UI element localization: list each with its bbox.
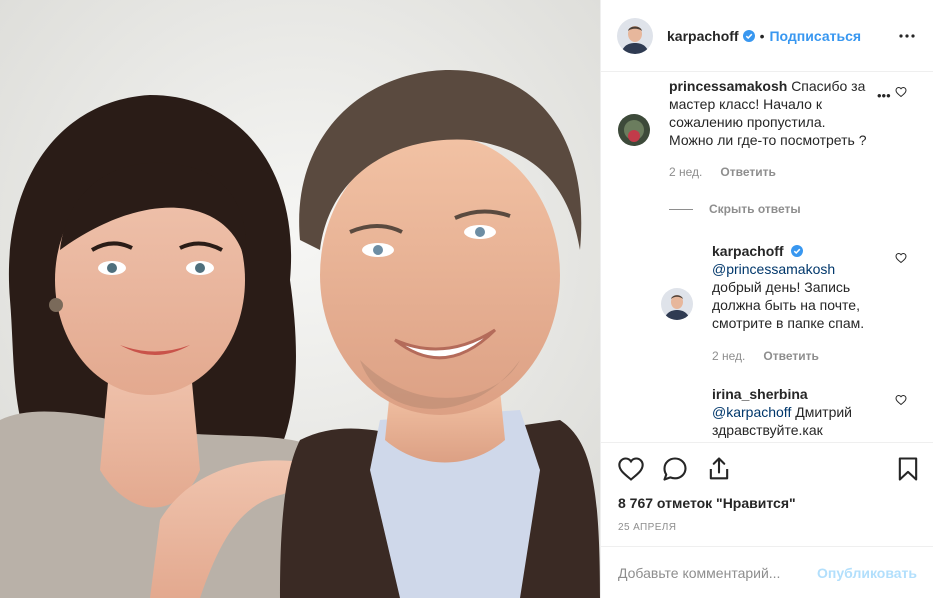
likes-count[interactable]: 8 767 отметок "Нравится" (618, 495, 796, 511)
comment-text-line: сожалению пропустила. (669, 114, 826, 130)
reply-body: karpachoff @princessamakosh добрый день!… (712, 242, 902, 332)
publish-button[interactable]: Опубликовать (817, 565, 917, 581)
reply-body: irina_sherbina @karpachoff Дмитрий здрав… (712, 385, 902, 439)
reply-button[interactable]: Ответить (763, 349, 818, 363)
verified-badge-icon (742, 29, 755, 42)
author-username[interactable]: karpachoff (667, 28, 739, 44)
comment-text-line: Можно ли где-то посмотреть ? (669, 132, 867, 148)
hide-replies-line (669, 208, 693, 210)
share-icon[interactable] (705, 455, 733, 483)
comment-options-icon[interactable]: ••• (863, 88, 891, 103)
comment-age: 2 нед. (712, 349, 746, 363)
comment-text-line: Спасибо за (791, 78, 866, 94)
more-dots-icon[interactable] (898, 28, 916, 44)
comment-age: 2 нед. (669, 165, 703, 179)
post-actions: 8 767 отметок "Нравится" 25 АПРЕЛЯ (601, 442, 933, 552)
like-comment-heart-icon[interactable] (895, 86, 907, 98)
post-header: karpachoff • Подписаться (601, 0, 933, 72)
comments-list[interactable]: princessamakosh Спасибо за мастер класс!… (601, 72, 933, 442)
separator-dot: • (759, 27, 765, 44)
comment-text-line: должна быть на почте, (712, 297, 860, 313)
like-comment-heart-icon[interactable] (895, 394, 907, 406)
comment-username[interactable]: irina_sherbina (712, 386, 808, 402)
bookmark-icon[interactable] (894, 455, 922, 483)
add-comment-input[interactable] (618, 564, 818, 581)
follow-button[interactable]: Подписаться (769, 28, 861, 44)
post-viewer: karpachoff • Подписаться princessamakosh… (0, 0, 933, 598)
hide-replies-button[interactable]: Скрыть ответы (669, 202, 801, 216)
commenter-avatar[interactable] (661, 288, 693, 320)
comment-meta: 2 нед. Ответить (712, 349, 819, 363)
post-side-panel: karpachoff • Подписаться princessamakosh… (600, 0, 933, 598)
comment-body: princessamakosh Спасибо за мастер класс!… (669, 77, 869, 149)
add-comment-bar: Опубликовать (601, 546, 933, 598)
reply-button[interactable]: Ответить (720, 165, 775, 179)
commenter-avatar[interactable] (618, 114, 650, 146)
comment-text-line: мастер класс! Начало к (669, 96, 822, 112)
comment-text-line: смотрите в папке спам. (712, 315, 865, 331)
heart-icon[interactable] (617, 455, 645, 483)
comment-text-line: добрый день! Запись (712, 279, 851, 295)
comment-meta: 2 нед. Ответить (669, 165, 776, 179)
post-photo[interactable] (0, 0, 600, 598)
comment-username[interactable]: karpachoff (712, 243, 784, 259)
author-avatar[interactable] (617, 17, 653, 54)
comment-username[interactable]: princessamakosh (669, 78, 787, 94)
comment-mention[interactable]: @princessamakosh (712, 261, 835, 277)
comment-mention[interactable]: @karpachoff (712, 404, 791, 420)
verified-badge-icon (791, 245, 804, 257)
comment-icon[interactable] (661, 455, 689, 483)
comment-text-line: Дмитрий (795, 404, 852, 420)
like-comment-heart-icon[interactable] (895, 252, 907, 264)
post-date: 25 АПРЕЛЯ (618, 522, 677, 533)
hide-replies-label: Скрыть ответы (709, 202, 801, 216)
post-image (0, 0, 600, 598)
comment-text-line: здравствуйте.как (712, 422, 823, 438)
